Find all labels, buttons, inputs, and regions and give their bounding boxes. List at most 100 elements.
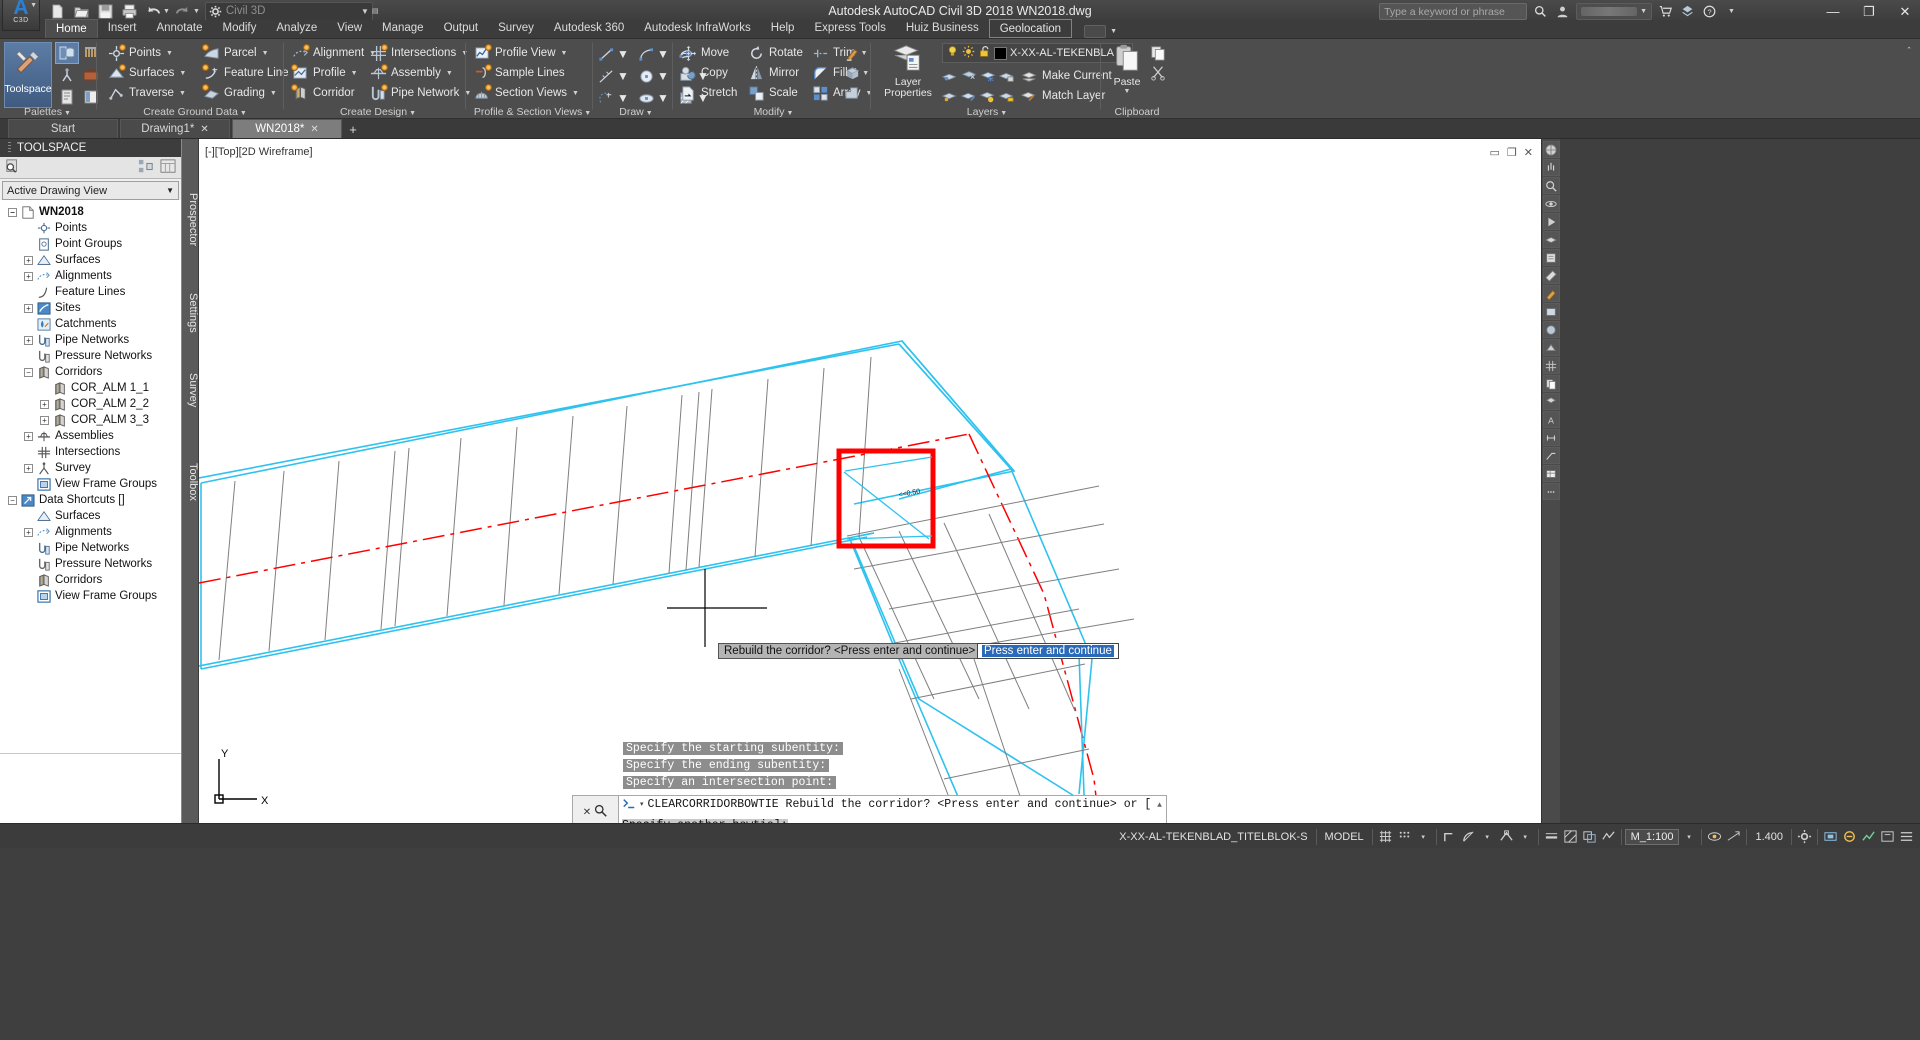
tab-output[interactable]: Output bbox=[434, 19, 489, 38]
properties-tool-icon[interactable] bbox=[1542, 249, 1560, 266]
tree-item[interactable]: Point Groups bbox=[0, 236, 181, 252]
workspace-switch-icon[interactable] bbox=[1795, 827, 1814, 846]
tab-autodesk-360[interactable]: Autodesk 360 bbox=[544, 19, 634, 38]
tree-item[interactable]: + Survey bbox=[0, 460, 181, 476]
layer-unisolate-icon[interactable] bbox=[942, 88, 959, 105]
ribbon-item-trim[interactable]: Trim ▼ bbox=[812, 43, 872, 63]
showmotion-icon[interactable] bbox=[1542, 213, 1560, 230]
tab-express-tools[interactable]: Express Tools bbox=[804, 19, 895, 38]
customize-icon[interactable] bbox=[1897, 827, 1916, 846]
maximize-button[interactable]: ❐ bbox=[1858, 4, 1880, 20]
layer-freeze-icon[interactable] bbox=[980, 68, 997, 85]
ribbon-item-copy[interactable]: Copy bbox=[680, 63, 737, 83]
tab-geolocation[interactable]: Geolocation bbox=[988, 19, 1073, 38]
tree-item[interactable]: Points bbox=[0, 220, 181, 236]
layer-tool-icon[interactable] bbox=[1542, 231, 1560, 248]
tree-expander-plus-icon[interactable]: + bbox=[24, 271, 33, 281]
annotation-visibility-icon[interactable] bbox=[1705, 827, 1724, 846]
tree-item[interactable]: + Surfaces bbox=[0, 252, 181, 268]
isolate-objects-icon[interactable] bbox=[1840, 827, 1859, 846]
ribbon-item-pipe-network[interactable]: Pipe Network ▼ bbox=[370, 83, 471, 103]
measure-tool-icon[interactable] bbox=[1542, 267, 1560, 284]
redo-dropdown-icon[interactable]: ▼ bbox=[193, 8, 200, 15]
close-icon[interactable]: ✕ bbox=[583, 807, 591, 818]
tree-item[interactable]: + Alignments bbox=[0, 268, 181, 284]
toolspace-toggle-icon[interactable] bbox=[55, 42, 79, 64]
tab-survey[interactable]: Survey bbox=[488, 19, 544, 38]
chevron-down-icon[interactable]: ▼ bbox=[270, 90, 277, 97]
ribbon-item-3d-tool[interactable] bbox=[844, 63, 861, 83]
search-input[interactable]: Type a keyword or phrase bbox=[1379, 3, 1528, 20]
layer-isolate-icon[interactable] bbox=[942, 68, 959, 85]
file-tab-wn2018[interactable]: WN2018* ✕ bbox=[232, 119, 342, 138]
palette-grip-icon[interactable] bbox=[8, 142, 11, 154]
ribbon-item-scale[interactable]: Scale bbox=[748, 83, 803, 103]
snap-icon[interactable] bbox=[1395, 827, 1414, 846]
layer-unlock-icon[interactable] bbox=[999, 88, 1016, 105]
ribbon-item-fillet[interactable]: Fillet ▼ bbox=[812, 63, 872, 83]
annotation-monitor-icon[interactable] bbox=[1599, 827, 1618, 846]
chevron-down-icon[interactable]: ▼ bbox=[1110, 28, 1117, 35]
new-icon[interactable] bbox=[46, 2, 68, 21]
chevron-down-icon[interactable]: ▼ bbox=[1640, 8, 1647, 15]
text-tool-icon[interactable]: A bbox=[1542, 411, 1560, 428]
tree-item[interactable]: + Assemblies bbox=[0, 428, 181, 444]
tree-item[interactable]: Pressure Networks bbox=[0, 348, 181, 364]
paste-button[interactable]: Paste ▼ bbox=[1108, 43, 1146, 103]
tree-expander-plus-icon[interactable]: + bbox=[24, 335, 33, 345]
ribbon-item-match-properties[interactable] bbox=[844, 43, 861, 63]
selection-cycling-icon[interactable] bbox=[1580, 827, 1599, 846]
tree-item[interactable]: + COR_ALM 3_3 bbox=[0, 412, 181, 428]
toolspace-tree[interactable]: − WN2018 Points Point Groups + Surfaces + Align… bbox=[0, 200, 181, 753]
chevron-down-icon[interactable]: ▼ bbox=[862, 70, 869, 77]
command-scroll-up-icon[interactable]: ▲ bbox=[1155, 798, 1164, 814]
file-tab-drawing1[interactable]: Drawing1* ✕ bbox=[120, 119, 230, 138]
grid-icon[interactable] bbox=[1376, 827, 1395, 846]
annotation-scale-value[interactable]: M_1:100 bbox=[1624, 828, 1680, 845]
ribbon-item-move[interactable]: Move bbox=[680, 43, 737, 63]
tree-item[interactable]: − Data Shortcuts [] bbox=[0, 492, 181, 508]
ribbon-item-points[interactable]: Points ▼ bbox=[108, 43, 186, 63]
search-drawing-icon[interactable] bbox=[5, 158, 21, 177]
chevron-down-icon[interactable]: ▼ bbox=[179, 90, 186, 97]
tree-item[interactable]: COR_ALM 1_1 bbox=[0, 380, 181, 396]
file-tab-start[interactable]: Start bbox=[8, 119, 118, 138]
ribbon-item-rotate[interactable]: Rotate bbox=[748, 43, 803, 63]
layer-thaw-all-icon[interactable] bbox=[980, 88, 997, 105]
tab-view[interactable]: View bbox=[327, 19, 372, 38]
dimension-tool-icon[interactable] bbox=[1542, 429, 1560, 446]
close-button[interactable]: ✕ bbox=[1894, 4, 1916, 20]
ribbon-item-stretch[interactable]: Stretch bbox=[680, 83, 737, 103]
tree-item[interactable]: − Corridors bbox=[0, 364, 181, 380]
tree-expander-plus-icon[interactable]: + bbox=[24, 431, 33, 441]
pan-icon[interactable] bbox=[1542, 159, 1560, 176]
drawing-canvas[interactable]: [-][Top][2D Wireframe] ▭ ❐ ✕ <<0.50 Y X … bbox=[199, 139, 1541, 823]
palette-tab-toolbox[interactable]: Toolbox bbox=[182, 457, 199, 507]
unlock-icon[interactable] bbox=[978, 45, 991, 61]
command-prompt-icon[interactable] bbox=[594, 804, 608, 821]
chevron-down-icon[interactable]: ▼ bbox=[617, 69, 629, 83]
new-file-tab-button[interactable]: + bbox=[344, 120, 362, 138]
status-space-toggle[interactable]: MODEL bbox=[1320, 824, 1369, 849]
cut-clip-icon[interactable] bbox=[1150, 65, 1167, 82]
tab-insert[interactable]: Insert bbox=[98, 19, 147, 38]
lightbulb-icon[interactable] bbox=[946, 45, 959, 61]
help-dropdown-icon[interactable]: ▼ bbox=[1723, 3, 1740, 20]
tree-item[interactable]: View Frame Groups bbox=[0, 476, 181, 492]
minimize-button[interactable]: — bbox=[1822, 4, 1844, 19]
tab-huiz-business[interactable]: Huiz Business bbox=[896, 19, 989, 38]
close-icon[interactable]: ✕ bbox=[200, 124, 208, 135]
chevron-down-icon[interactable]: ▼ bbox=[657, 47, 669, 61]
polar-dropdown-icon[interactable]: ▾ bbox=[1478, 827, 1497, 846]
auto-scale-icon[interactable] bbox=[1724, 827, 1743, 846]
layer-lock-icon[interactable] bbox=[999, 68, 1016, 85]
osnap-dropdown-icon[interactable]: ▾ bbox=[1516, 827, 1535, 846]
ribbon-item-array[interactable]: Array ▼ bbox=[812, 83, 872, 103]
open-icon[interactable] bbox=[70, 2, 92, 21]
tree-item[interactable]: Corridors bbox=[0, 572, 181, 588]
chevron-down-icon[interactable]: ▼ bbox=[166, 50, 173, 57]
tab-autodesk-infraworks[interactable]: Autodesk InfraWorks bbox=[634, 19, 761, 38]
ribbon-item-sample-lines[interactable]: Sample Lines bbox=[474, 63, 579, 83]
palette-tab-prospector[interactable]: Prospector bbox=[182, 187, 199, 252]
ribbon-item-profile-view[interactable]: Profile View ▼ bbox=[474, 43, 579, 63]
